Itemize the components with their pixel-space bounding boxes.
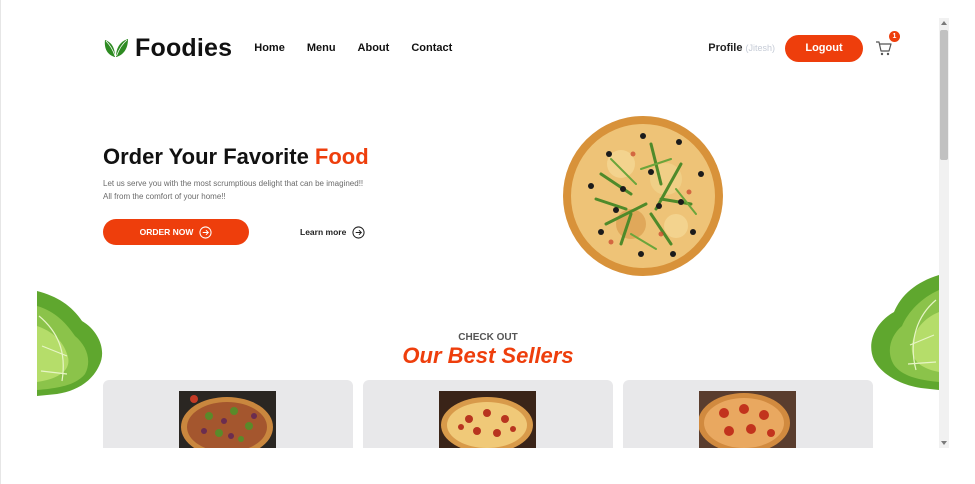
nav-links: Home Menu About Contact [254,42,452,54]
product-card[interactable] [363,380,613,448]
pizza-image [699,391,796,448]
scroll-up-arrow-icon[interactable] [941,21,947,25]
brand-name: Foodies [135,33,233,62]
brand-logo[interactable]: Foodies [103,34,232,63]
profile-label: Profile [708,42,743,54]
product-card[interactable] [103,380,353,448]
scroll-down-arrow-icon[interactable] [941,441,947,445]
hero-subtitle-line2: All from the comfort of your home!! [103,192,226,201]
cart-button[interactable]: 1 [875,31,900,57]
arrow-circle-icon [352,225,365,239]
hero-pizza-image [563,116,723,276]
navbar: Foodies Home Menu About Contact Profile(… [103,28,900,68]
hero-title-accent: Food [314,144,369,169]
scroll-thumb[interactable] [940,30,948,160]
hero-subtitle-line1: Let us serve you with the most scrumptio… [103,179,364,188]
order-now-button[interactable]: ORDER NOW [103,219,249,245]
product-card[interactable] [623,380,873,448]
hero-subtitle: Let us serve you with the most scrumptio… [103,177,423,203]
arrow-circle-icon [199,225,213,239]
cart-icon [876,41,892,56]
leaf-icon [104,39,128,57]
profile-username: (Jitesh) [745,43,775,53]
nav-link-about[interactable]: About [358,42,390,54]
lettuce-decoration-right [871,275,939,390]
best-sellers-cards [103,380,874,448]
window-edge [0,0,1,484]
learn-more-label: Learn more [300,227,347,237]
nav-link-menu[interactable]: Menu [307,42,336,54]
page-viewport: Foodies Home Menu About Contact Profile(… [37,18,939,448]
cart-count-badge: 1 [889,31,900,42]
best-sellers-kicker: CHECK OUT [458,332,518,343]
logout-button[interactable]: Logout [785,34,863,62]
hero-title-main: Order Your Favorite [103,144,315,169]
nav-right: Profile (Jitesh) Logout 1 [708,31,900,62]
nav-link-contact[interactable]: Contact [411,42,452,54]
hero-title: Order Your Favorite Food [103,144,369,170]
best-sellers-title: Our Best Sellers [402,343,574,368]
order-now-label: ORDER NOW [139,227,194,237]
learn-more-link[interactable]: Learn more [300,223,365,241]
browser-frame: Foodies Home Menu About Contact Profile(… [0,0,975,484]
pizza-image [179,391,276,448]
pizza-image [439,391,536,448]
profile-link[interactable]: Profile (Jitesh) [708,42,775,54]
nav-link-home[interactable]: Home [254,42,285,54]
page-scrollbar[interactable] [939,18,949,448]
